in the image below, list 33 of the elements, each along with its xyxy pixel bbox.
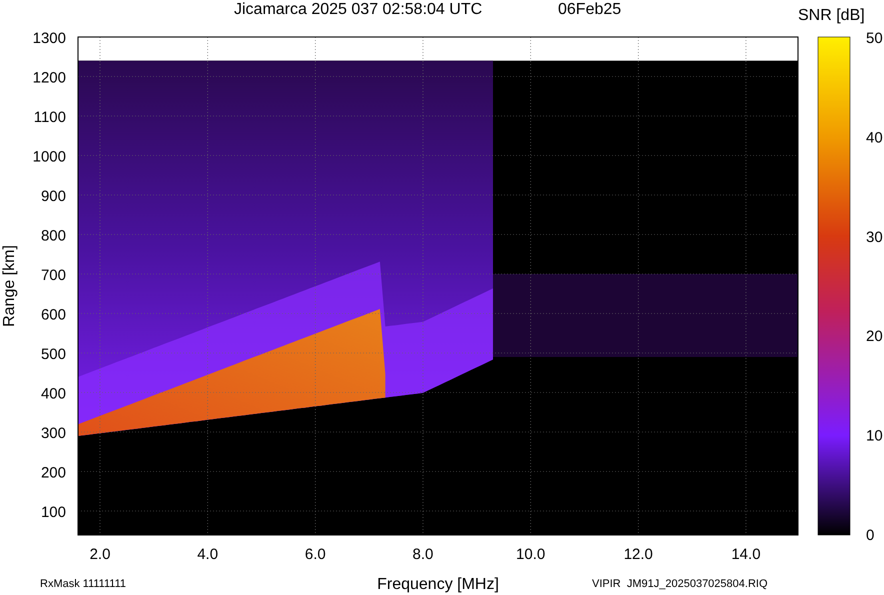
x-tick-label: 6.0	[304, 546, 326, 563]
x-tick-label: 8.0	[412, 546, 434, 563]
x-axis-label: Frequency [MHz]	[377, 576, 499, 593]
colorbar-tick-label: 20	[866, 328, 883, 346]
colorbar-tick-label: 10	[866, 428, 883, 445]
plot-date: 06Feb25	[558, 1, 622, 18]
y-tick-label: 1100	[34, 109, 66, 126]
colorbar-label: SNR [dB]	[798, 7, 865, 24]
y-tick-label: 1200	[32, 70, 66, 86]
y-tick-label: 900	[40, 188, 66, 205]
y-tick-label: 1300	[32, 30, 66, 47]
y-tick-label: 400	[40, 386, 66, 402]
colorbar-tick-label: 50	[866, 30, 883, 47]
colorbar-tick-label: 0	[866, 527, 874, 544]
y-tick-label: 1000	[32, 148, 66, 166]
y-tick-label: 600	[40, 306, 66, 324]
colorbar-tick-label: 30	[866, 228, 883, 246]
y-tick-label: 300	[40, 425, 66, 442]
x-tick-label: 12.0	[624, 546, 653, 563]
x-tick-label: 2.0	[90, 546, 110, 563]
plot-title: Jicamarca 2025 037 02:58:04 UTC	[234, 1, 482, 18]
file-name-text: VIPIR JM91J_2025037025804.RIQ	[592, 578, 768, 590]
y-tick-label: 100	[40, 504, 66, 521]
colorbar-tick-label: 40	[866, 129, 883, 146]
y-tick-label: 800	[40, 228, 66, 244]
x-tick-label: 14.0	[731, 546, 761, 563]
x-tick-label: 4.0	[197, 546, 218, 563]
y-tick-label: 200	[40, 464, 66, 482]
y-tick-label: 500	[40, 346, 66, 363]
x-tick-label: 10.0	[516, 546, 546, 563]
y-tick-label: 700	[40, 267, 66, 284]
receiver-mask-text: RxMask 11111111	[40, 578, 126, 590]
y-axis-label: Range [km]	[1, 245, 18, 327]
